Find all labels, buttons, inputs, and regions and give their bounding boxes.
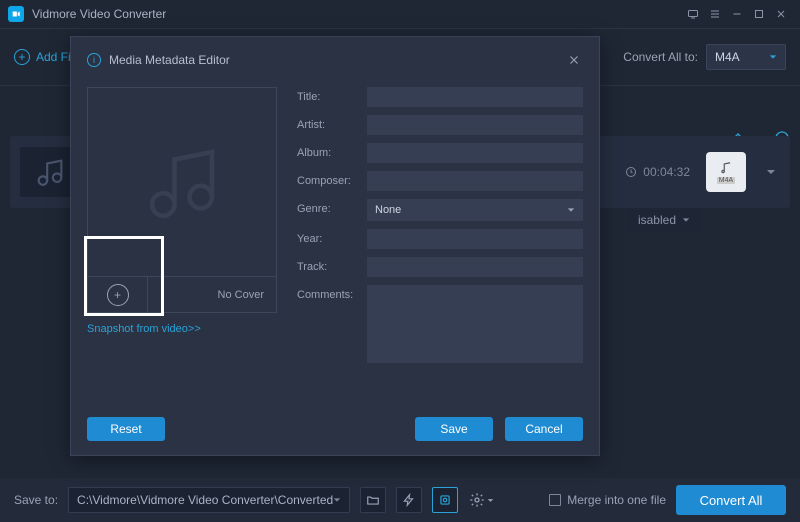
composer-input[interactable]	[367, 171, 583, 191]
year-input[interactable]	[367, 229, 583, 249]
reset-button[interactable]: Reset	[87, 417, 165, 441]
year-field-label: Year:	[297, 229, 359, 245]
settings-button[interactable]	[468, 487, 494, 513]
chevron-down-icon	[769, 50, 777, 64]
modal-title: Media Metadata Editor	[109, 53, 230, 67]
duration-value: 00:04:32	[643, 165, 690, 179]
convert-all-button[interactable]: Convert All	[676, 485, 786, 515]
save-path-value: C:\Vidmore\Vidmore Video Converter\Conve…	[77, 493, 333, 507]
target-format-label: M4A	[717, 177, 735, 184]
composer-field-label: Composer:	[297, 171, 359, 187]
album-input[interactable]	[367, 143, 583, 163]
plus-circle-icon	[14, 49, 30, 65]
duration-display: 00:04:32	[625, 165, 690, 179]
cancel-button[interactable]: Cancel	[505, 417, 583, 441]
power-off-button[interactable]	[396, 487, 422, 513]
info-circle-icon: i	[87, 53, 101, 67]
title-input[interactable]	[367, 87, 583, 107]
output-format-value: M4A	[715, 50, 740, 64]
track-field-label: Track:	[297, 257, 359, 273]
genre-dropdown[interactable]: None	[367, 199, 583, 221]
cover-preview	[87, 87, 277, 277]
bottom-bar: Save to: C:\Vidmore\Vidmore Video Conver…	[0, 478, 800, 522]
album-field-label: Album:	[297, 143, 359, 159]
minimize-icon[interactable]	[726, 3, 748, 25]
merge-checkbox[interactable]: Merge into one file	[549, 493, 666, 507]
save-to-label: Save to:	[14, 493, 58, 507]
genre-value: None	[375, 204, 401, 216]
track-input[interactable]	[367, 257, 583, 277]
menu-icon[interactable]	[704, 3, 726, 25]
app-logo-icon	[8, 6, 24, 22]
chevron-down-icon	[567, 206, 575, 214]
expand-row-icon[interactable]	[762, 163, 780, 181]
add-cover-button[interactable]	[88, 277, 148, 312]
no-cover-label: No Cover	[148, 277, 276, 312]
checkbox-icon	[549, 494, 561, 506]
music-note-icon	[137, 137, 227, 227]
artist-input[interactable]	[367, 115, 583, 135]
subtitle-dropdown[interactable]: isabled	[628, 208, 700, 232]
snapshot-link[interactable]: Snapshot from video>>	[87, 323, 277, 335]
merge-label: Merge into one file	[567, 493, 666, 507]
comments-input[interactable]	[367, 285, 583, 363]
convert-all-to-group: Convert All to: M4A	[623, 44, 786, 70]
artist-field-label: Artist:	[297, 115, 359, 131]
plus-circle-icon	[107, 284, 129, 306]
target-format-box[interactable]: M4A	[706, 152, 746, 192]
messages-icon[interactable]	[682, 3, 704, 25]
subtitle-value: isabled	[638, 213, 676, 227]
metadata-form: Title: Artist: Album: Composer: Genre: N…	[297, 87, 583, 405]
title-field-label: Title:	[297, 87, 359, 103]
save-button[interactable]: Save	[415, 417, 493, 441]
titlebar: Vidmore Video Converter	[0, 0, 800, 28]
maximize-icon[interactable]	[748, 3, 770, 25]
metadata-editor-modal: i Media Metadata Editor No Cover Snapsho…	[70, 36, 600, 456]
app-title: Vidmore Video Converter	[32, 7, 166, 21]
modal-close-button[interactable]	[565, 51, 583, 69]
comments-field-label: Comments:	[297, 285, 359, 301]
open-folder-button[interactable]	[360, 487, 386, 513]
gpu-accel-button[interactable]	[432, 487, 458, 513]
save-path-dropdown[interactable]: C:\Vidmore\Vidmore Video Converter\Conve…	[68, 487, 350, 513]
output-format-dropdown[interactable]: M4A	[706, 44, 786, 70]
convert-all-to-label: Convert All to:	[623, 50, 698, 64]
close-icon[interactable]	[770, 3, 792, 25]
cover-column: No Cover Snapshot from video>>	[87, 87, 277, 405]
genre-field-label: Genre:	[297, 199, 359, 215]
